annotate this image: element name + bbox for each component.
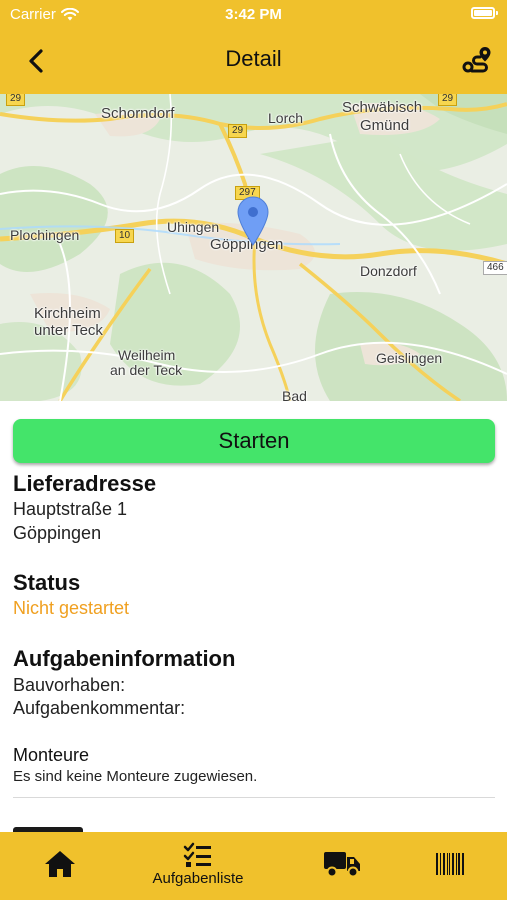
map-label-unter-teck: unter Teck [34, 322, 103, 339]
barcode-icon [436, 853, 464, 875]
map-pin-icon[interactable] [236, 195, 270, 247]
tab-bar: Aufgabenliste [0, 832, 507, 900]
map-label-geislingen: Geislingen [376, 350, 443, 366]
detail-content[interactable]: Starten Lieferadresse Hauptstraße 1 Göpp… [0, 401, 507, 832]
truck-icon [324, 852, 360, 878]
route-icon [462, 47, 491, 73]
header: Carrier 3:42 PM Detail [0, 0, 507, 94]
map-label-uhingen: Uhingen [167, 219, 220, 235]
road-badge-29: 29 [6, 94, 26, 106]
map-label-schorndorf: Schorndorf [101, 105, 175, 122]
divider [13, 797, 495, 798]
fitters-heading: Monteure [13, 745, 90, 765]
clock: 3:42 PM [225, 6, 282, 23]
status-heading: Status [13, 570, 81, 595]
road-badge-10: 10 [115, 229, 135, 243]
task-comment-label: Aufgabenkommentar: [13, 698, 186, 718]
tab-scanner[interactable] [432, 832, 468, 900]
next-section-cutoff [13, 825, 113, 832]
map-label-lorch: Lorch [268, 110, 304, 126]
route-button[interactable] [459, 42, 495, 78]
start-button[interactable]: Starten [13, 419, 495, 463]
map-label-plochingen: Plochingen [10, 227, 80, 243]
map-label-an-der-teck: an der Teck [110, 362, 183, 378]
address-heading: Lieferadresse [13, 471, 157, 496]
road-badge-466: 466 [483, 261, 507, 275]
tab-tasks[interactable]: Aufgabenliste [138, 832, 258, 900]
tab-delivery[interactable] [320, 832, 364, 900]
page-title: Detail [225, 46, 282, 71]
map-label-weilheim: Weilheim [118, 347, 176, 363]
task-info-heading: Aufgabeninformation [13, 646, 236, 671]
address-city: Göppingen [13, 523, 102, 543]
status-value: Nicht gestartet [13, 598, 130, 618]
map-label-gmuend: Gmünd [360, 117, 410, 134]
tab-tasks-label: Aufgabenliste [152, 870, 244, 887]
address-street: Hauptstraße 1 [13, 499, 128, 519]
road-badge-29: 29 [438, 94, 458, 106]
road-badge-29: 29 [228, 124, 248, 138]
map-label-bad: Bad [282, 388, 307, 401]
map-label-kirchheim: Kirchheim [34, 305, 101, 322]
tab-home[interactable] [40, 832, 80, 900]
map-view[interactable]: Schorndorf Lorch Schwäbisch Gmünd Uhinge… [0, 94, 507, 401]
fitters-text: Es sind keine Monteure zugewiesen. [13, 768, 258, 785]
map-label-schwaebisch: Schwäbisch [342, 99, 423, 116]
home-icon [45, 851, 75, 877]
nav-bar: Detail [0, 28, 507, 94]
status-bar: Carrier 3:42 PM [0, 0, 507, 28]
checklist-icon [183, 842, 211, 867]
map-label-donzdorf: Donzdorf [360, 263, 417, 279]
task-project-label: Bauvorhaben: [13, 675, 126, 695]
battery-icon [471, 7, 498, 19]
